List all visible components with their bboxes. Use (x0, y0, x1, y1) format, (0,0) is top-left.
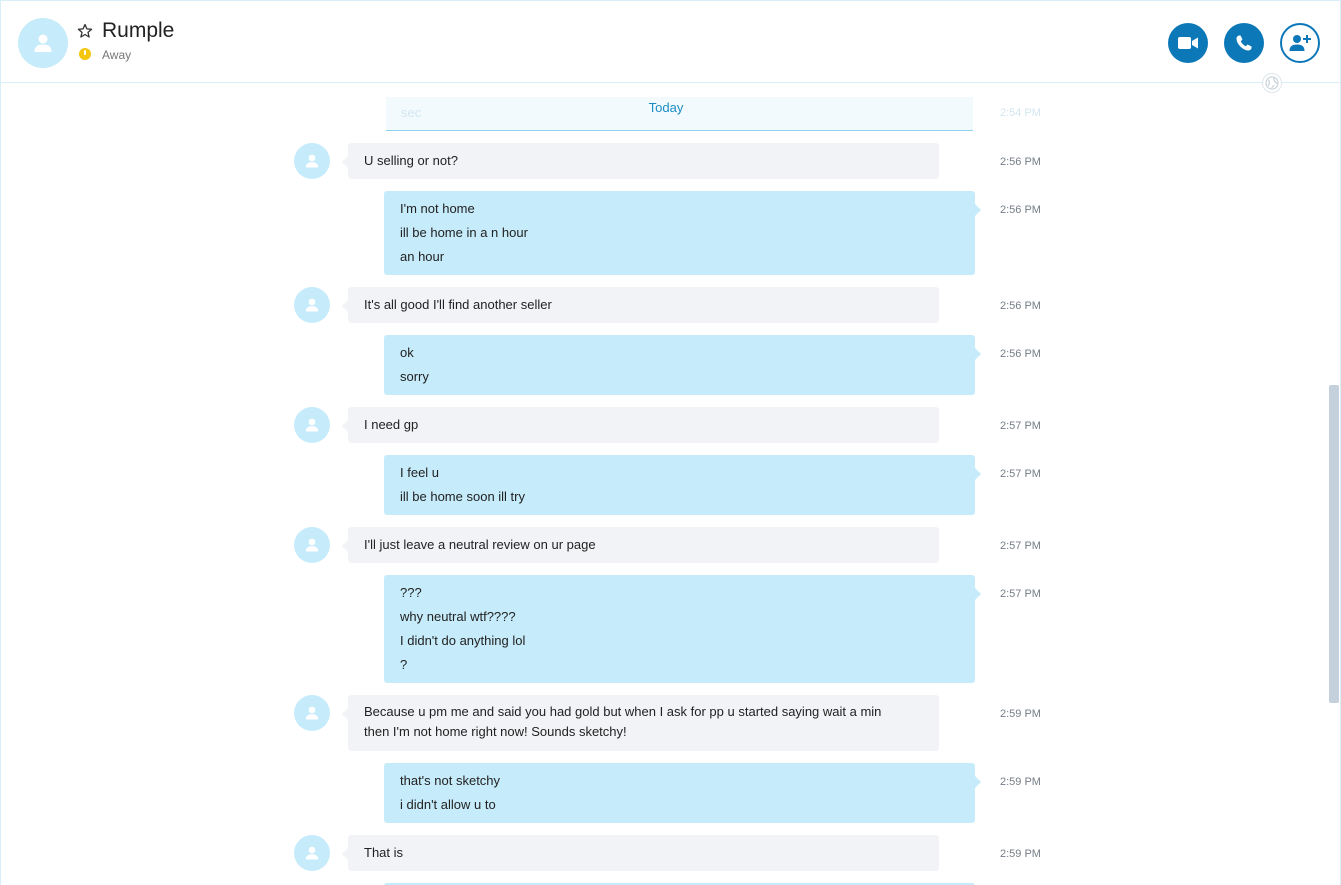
person-icon (34, 34, 52, 52)
contact-name[interactable]: Rumple (102, 19, 174, 43)
message-bubble-incoming[interactable]: It's all good I'll find another seller (342, 287, 939, 323)
message-text: I'm not home (400, 201, 475, 216)
message-timestamp: 2:57 PM (1000, 588, 1041, 600)
message-timestamp: 2:56 PM (1000, 156, 1041, 168)
message-bubble-incoming[interactable]: U selling or not? (342, 143, 939, 179)
message-timestamp: 2:57 PM (1000, 540, 1041, 552)
globe-icon[interactable] (1262, 73, 1282, 93)
message-bubble-outgoing[interactable]: ??? why neutral wtf???? I didn't do anyt… (384, 575, 981, 683)
audio-call-button[interactable] (1224, 23, 1264, 63)
message-bubble-incoming[interactable]: That is (342, 835, 939, 871)
message-bubble-incoming[interactable]: I need gp (342, 407, 939, 443)
sender-avatar[interactable] (294, 527, 330, 563)
message-text: why neutral wtf???? (400, 609, 516, 624)
chat-window: Rumple Away sec 2:54 PM Today U selling … (0, 0, 1341, 885)
message-timestamp: 2:57 PM (1000, 468, 1041, 480)
video-call-button[interactable] (1168, 23, 1208, 63)
sender-avatar[interactable] (294, 695, 330, 731)
sender-avatar[interactable] (294, 287, 330, 323)
message-text: an hour (400, 249, 445, 264)
message-text: U selling or not? (364, 153, 458, 168)
message-text: ok (400, 345, 414, 360)
message-bubble-outgoing[interactable]: ok sorry (384, 335, 981, 395)
sender-avatar[interactable] (294, 143, 330, 179)
person-icon (305, 706, 319, 720)
message-text: It's all good I'll find another seller (364, 297, 552, 312)
message-timestamp: 2:59 PM (1000, 848, 1041, 860)
person-icon (305, 538, 319, 552)
message-bubble-incoming[interactable]: Because u pm me and said you had gold bu… (342, 695, 939, 751)
presence-status: Away (102, 48, 132, 62)
person-icon (305, 298, 319, 312)
message-text: I'll just leave a neutral review on ur p… (364, 537, 596, 552)
add-person-icon (1289, 35, 1311, 51)
message-text: Because u pm me and said you had gold bu… (364, 704, 882, 739)
message-timestamp: 2:56 PM (1000, 348, 1041, 360)
video-camera-icon (1178, 37, 1198, 49)
sender-avatar[interactable] (294, 835, 330, 871)
message-text: I didn't do anything lol (400, 633, 526, 648)
message-bubble-outgoing[interactable]: that's not sketchy i didn't allow u to (384, 763, 981, 823)
sender-avatar[interactable] (294, 407, 330, 443)
person-icon (305, 154, 319, 168)
message-text: that's not sketchy (400, 773, 501, 788)
message-text: ill be home in a n hour (400, 225, 528, 240)
message-text: ill be home soon ill try (400, 489, 525, 504)
message-timestamp: 2:59 PM (1000, 776, 1041, 788)
message-text: sorry (400, 369, 429, 384)
message-timestamp: 2:57 PM (1000, 420, 1041, 432)
scrollbar-thumb[interactable] (1329, 385, 1339, 703)
phone-icon (1236, 35, 1252, 51)
clock-icon (79, 48, 91, 60)
message-bubble-outgoing[interactable]: I feel u ill be home soon ill try (384, 455, 981, 515)
star-outline-icon[interactable] (77, 23, 93, 39)
message-text: i didn't allow u to (400, 797, 496, 812)
person-icon (305, 418, 319, 432)
contact-avatar[interactable] (18, 18, 68, 68)
message-text: I need gp (364, 417, 419, 432)
message-text: ? (400, 657, 408, 672)
message-text: That is (364, 845, 404, 860)
message-timestamp: 2:59 PM (1000, 708, 1041, 720)
message-timestamp: 2:56 PM (1000, 300, 1041, 312)
message-bubble-incoming[interactable]: I'll just leave a neutral review on ur p… (342, 527, 939, 563)
conversation-header: Rumple Away (1, 1, 1340, 83)
message-text: I feel u (400, 465, 440, 480)
person-icon (305, 846, 319, 860)
day-separator: Today (648, 100, 684, 115)
add-people-button[interactable] (1280, 23, 1320, 63)
message-timestamp: 2:56 PM (1000, 204, 1041, 216)
message-bubble-outgoing[interactable]: I'm not home ill be home in a n hour an … (384, 191, 981, 275)
message-text: ??? (400, 585, 422, 600)
